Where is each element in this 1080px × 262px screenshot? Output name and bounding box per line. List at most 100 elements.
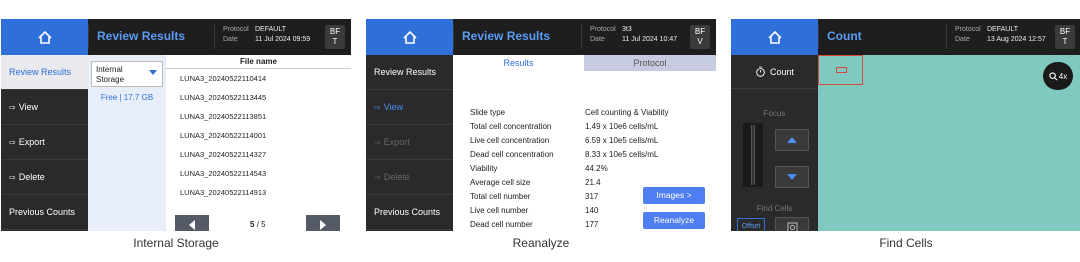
storage-select[interactable]: Internal Storage xyxy=(91,61,163,87)
sidebar-item-review-results[interactable]: Review Results xyxy=(366,55,453,90)
bf-sub-label: T xyxy=(332,37,338,46)
home-icon xyxy=(402,30,417,44)
internal-storage-screen: Review Results Protocol DEFAULT Date 11 Ju… xyxy=(1,19,351,231)
sidebar-item-previous-counts[interactable]: Previous Counts xyxy=(366,195,453,230)
home-button[interactable] xyxy=(731,19,818,55)
file-row[interactable]: LUNA3_20240522114543 xyxy=(166,164,351,183)
timer-icon xyxy=(756,66,765,77)
sidebar-item-label: Review Results xyxy=(374,67,437,77)
home-icon xyxy=(37,30,52,44)
protocol-label: Protocol xyxy=(223,26,249,33)
result-value: 317 xyxy=(585,192,599,201)
result-key: Dead cell concentration xyxy=(470,150,554,159)
images-button[interactable]: Images > xyxy=(643,187,705,204)
triangle-down-icon xyxy=(787,174,797,180)
bf-mode-badge[interactable]: BF T xyxy=(1055,25,1075,49)
result-key: Total cell concentration xyxy=(470,122,552,131)
focus-label: Focus xyxy=(763,109,786,118)
microscope-view[interactable]: 4x xyxy=(818,55,1080,231)
triangle-right-icon xyxy=(320,219,326,230)
caption-internal-storage: Internal Storage xyxy=(133,236,219,250)
storage-panel: Internal Storage Free | 17.7 GB xyxy=(88,55,166,231)
file-row[interactable]: LUNA3_20240522114001 xyxy=(166,126,351,145)
sidebar-item-export[interactable]: ⇨ Export xyxy=(1,125,88,160)
protocol-value: DEFAULT xyxy=(255,26,286,33)
arrow-right-icon: ⇨ xyxy=(9,102,16,112)
crosshair-icon xyxy=(787,222,797,231)
sidebar-item-label: Delete xyxy=(18,172,45,182)
date-label: Date xyxy=(955,36,970,43)
caption-find-cells: Find Cells xyxy=(879,236,933,250)
bf-label: BF xyxy=(329,27,341,36)
focus-up-button[interactable] xyxy=(775,129,809,151)
bf-label: BF xyxy=(694,27,706,36)
sidebar-item-review-results[interactable]: Review Results xyxy=(1,55,88,90)
header-divider xyxy=(818,25,819,49)
result-value: 1.49 x 10e6 cells/mL xyxy=(585,122,659,131)
focus-down-button[interactable] xyxy=(775,166,809,188)
protocol-label: Protocol xyxy=(955,26,981,33)
bf-sub-label: T xyxy=(1062,37,1068,46)
count-button[interactable]: Count xyxy=(731,55,818,89)
header-divider xyxy=(946,25,947,49)
free-space-label: Free | 17.7 GB xyxy=(100,93,154,102)
file-row[interactable]: LUNA3_20240522114913 xyxy=(166,183,351,202)
bf-mode-badge[interactable]: BF T xyxy=(325,25,345,49)
tab-results[interactable]: Results xyxy=(453,55,584,71)
file-row[interactable]: LUNA3_20240522113445 xyxy=(166,88,351,107)
reanalyze-button[interactable]: Reanalyze xyxy=(643,212,705,229)
file-row[interactable]: LUNA3_20240522110414 xyxy=(166,69,351,88)
zoom-label: 4x xyxy=(1058,71,1068,81)
page-title: Review Results xyxy=(462,29,551,43)
result-value: 21.4 xyxy=(585,178,601,187)
focus-track xyxy=(751,125,755,185)
sidebar-item-delete[interactable]: ⇨ Delete xyxy=(1,160,88,195)
tab-protocol[interactable]: Protocol xyxy=(584,55,716,71)
result-value: 177 xyxy=(585,220,599,229)
result-tabs: Results Protocol xyxy=(453,55,716,71)
focus-slider[interactable] xyxy=(743,123,763,187)
sidebar-item-label: Export xyxy=(18,137,45,147)
result-value: 140 xyxy=(585,206,599,215)
previous-page-button[interactable] xyxy=(175,215,209,231)
date-value: 11 Jul 2024 10:47 xyxy=(622,36,678,43)
result-key: Slide type xyxy=(470,108,506,117)
home-button[interactable] xyxy=(1,19,88,55)
header-bar: Review Results Protocol DEFAULT Date 11 Ju… xyxy=(1,19,351,55)
roi-box[interactable] xyxy=(818,55,863,85)
protocol-value: 3t3 xyxy=(622,26,632,33)
header-bar: Review Results Protocol 3t3 Date 11 Jul 20… xyxy=(366,19,716,55)
protocol-value: DEFAULT xyxy=(987,26,1018,33)
protocol-label: Protocol xyxy=(590,26,616,33)
header-bar: Count Protocol DEFAULT Date 13 Aug 2024 12… xyxy=(731,19,1080,55)
zoom-button[interactable]: 4x xyxy=(1043,62,1073,90)
header-divider xyxy=(453,25,454,49)
triangle-up-icon xyxy=(787,137,797,143)
result-key: Live cell concentration xyxy=(470,136,550,145)
file-list: File name LUNA3_20240522110414 LUNA3_202… xyxy=(166,55,351,231)
bf-label: BF xyxy=(1059,27,1071,36)
file-row[interactable]: LUNA3_20240522113851 xyxy=(166,107,351,126)
next-page-button[interactable] xyxy=(306,215,340,231)
home-button[interactable] xyxy=(366,19,453,55)
sidebar-item-previous-counts[interactable]: Previous Counts xyxy=(1,195,88,230)
home-icon xyxy=(767,30,782,44)
date-label: Date xyxy=(223,36,238,43)
protocol-info: Protocol DEFAULT Date 13 Aug 2024 12:57 xyxy=(955,25,1046,45)
file-row[interactable]: LUNA3_20240522114327 xyxy=(166,145,351,164)
sidebar-item-label: Review Results xyxy=(9,67,72,77)
bf-mode-badge[interactable]: BF V xyxy=(690,25,710,49)
sidebar-item-delete[interactable]: ⇨ Delete xyxy=(366,160,453,195)
sidebar-item-view[interactable]: ⇨ View xyxy=(366,90,453,125)
page-title: Review Results xyxy=(97,29,186,43)
storage-select-line2: Storage xyxy=(96,75,125,84)
sidebar-item-label: View xyxy=(383,102,404,112)
find-cells-button[interactable] xyxy=(775,217,809,231)
sidebar-item-export[interactable]: ⇨ Export xyxy=(366,125,453,160)
result-key: Total cell number xyxy=(470,192,531,201)
sidebar: Review Results ⇨ View ⇨ Export ⇨ Delete Pre… xyxy=(366,55,453,231)
offset-button[interactable]: Offset xyxy=(737,218,765,231)
arrow-right-icon: ⇨ xyxy=(374,102,381,112)
sidebar-item-view[interactable]: ⇨ View xyxy=(1,90,88,125)
roi-marker xyxy=(836,67,847,73)
